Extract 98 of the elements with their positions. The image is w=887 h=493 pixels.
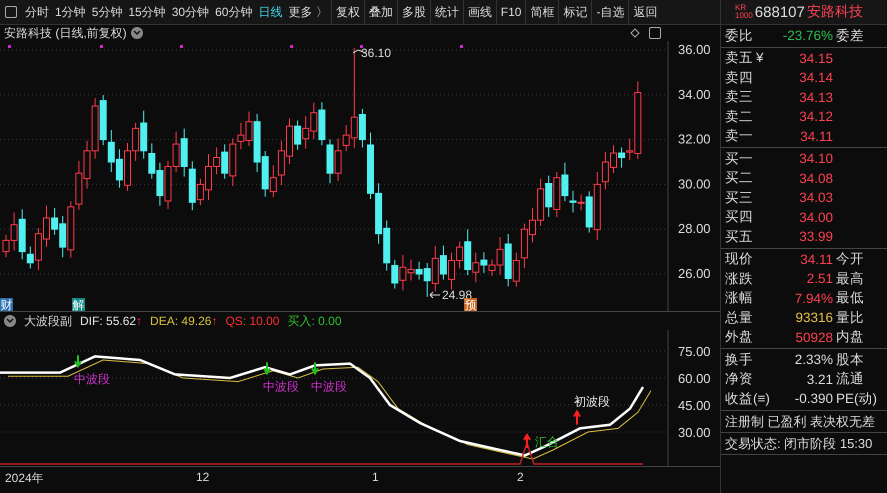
up-arrow-icon — [573, 410, 581, 426]
quote-label: 收益(≡) — [725, 390, 771, 408]
event-tag[interactable]: 财 — [0, 298, 13, 311]
quote-label: 净资 — [725, 370, 754, 388]
indicator-readout: QS: 10.00 — [225, 314, 280, 328]
order-level-label: 买三 — [725, 188, 754, 207]
quote-label: 外盘 — [725, 328, 754, 346]
date-axis-label: 1 — [372, 470, 379, 484]
event-tag[interactable]: 解 — [72, 298, 85, 311]
quote-label: PE(动) — [835, 390, 878, 408]
period-tab[interactable]: 15分钟 — [125, 4, 169, 20]
quote-label: 现价 — [725, 250, 754, 268]
order-price: 34.08 — [798, 170, 833, 186]
order-level-label: 买四 — [725, 208, 754, 226]
quote-label: 涨幅 — [725, 289, 754, 308]
panel-toggle-icon[interactable] — [649, 27, 661, 39]
panel-toggle-icon[interactable] — [5, 6, 17, 18]
quote-value: 93316 — [794, 310, 833, 326]
quote-value: 34.11 — [799, 252, 833, 267]
period-tab[interactable]: 60分钟 — [212, 4, 256, 20]
indicator-readout: DEA: 49.26↑ — [150, 314, 218, 328]
quote-label: 最低 — [835, 289, 865, 308]
chart-title: 安路科技 (日线,前复权) — [4, 24, 127, 42]
order-price: 34.15 — [798, 50, 833, 66]
up-arrow-icon — [523, 433, 531, 449]
order-level-label: 买五 — [725, 228, 754, 246]
axis-tick-label: 30.00 — [678, 425, 711, 440]
period-tab[interactable]: 分时 — [22, 4, 52, 20]
period-tab[interactable]: 30分钟 — [168, 4, 212, 20]
date-axis-label: 2 — [517, 470, 524, 484]
quote-label: 总量 — [725, 308, 754, 327]
quote-value: 2.51 — [806, 271, 833, 286]
quote-label: 最高 — [835, 270, 865, 288]
axis-tick-label: 75.00 — [678, 344, 711, 359]
quote-value: 7.94% — [794, 290, 833, 306]
signal-label: 中波段 — [311, 379, 347, 394]
status-text: 交易状态: 闭市阶段 15:30 — [721, 432, 887, 454]
order-price: 34.10 — [798, 151, 833, 166]
down-arrow-icon — [263, 361, 271, 376]
axis-tick-label: 28.00 — [678, 221, 711, 236]
order-level-label: 卖一 — [725, 127, 754, 146]
indicator-readout: DIF: 55.62↑ — [80, 314, 142, 328]
order-price: 33.99 — [798, 229, 833, 244]
quote-label: 换手 — [725, 350, 754, 369]
order-level-label: 卖二 — [725, 108, 754, 126]
period-tab[interactable]: 更多 〉 — [285, 4, 331, 20]
period-tab[interactable]: 5分钟 — [88, 4, 126, 20]
quote-value: 3.21 — [806, 372, 833, 387]
axis-tick-label: 26.00 — [678, 266, 711, 281]
axis-tick-label: 34.00 — [678, 86, 711, 102]
axis-tick-label: 32.00 — [678, 132, 711, 147]
date-axis-label: 12 — [196, 470, 210, 484]
quote-label: 股本 — [835, 350, 865, 369]
signal-label: 初波段 — [574, 394, 610, 409]
quote-label: 委比 — [725, 26, 754, 45]
chevron-down-icon[interactable] — [130, 27, 143, 39]
price-annotation: 36.10 — [352, 46, 392, 60]
order-level-label: 卖四 — [725, 68, 754, 87]
order-price: 34.00 — [798, 210, 833, 225]
indicator-name: 大波段副 — [24, 312, 72, 330]
diamond-icon[interactable] — [630, 28, 640, 38]
quote-label: 委差 — [835, 26, 865, 45]
signal-label: 中波段 — [263, 379, 299, 394]
order-price: 34.14 — [798, 70, 833, 86]
event-tag[interactable]: 预 — [464, 298, 477, 311]
down-arrow-icon — [74, 354, 82, 368]
chevron-down-icon[interactable] — [4, 315, 16, 327]
indicator-readout: 买入: 0.00 — [287, 312, 342, 330]
quote-label: 内盘 — [835, 328, 865, 346]
axis-tick-label: 36.00 — [678, 42, 711, 57]
order-price: 34.13 — [798, 90, 833, 105]
quote-value: -23.76% — [782, 28, 833, 44]
order-price: 34.12 — [798, 109, 833, 124]
period-tab[interactable]: 日线 — [255, 4, 286, 20]
quote-label: 流通 — [835, 370, 865, 388]
order-level-label: 卖五 ¥ — [725, 49, 765, 68]
stock-name: 安路科技 — [806, 3, 863, 21]
axis-tick-label: 45.00 — [678, 398, 711, 413]
stock-code: 688107 — [754, 4, 805, 20]
market-label: KR 1000 — [735, 4, 753, 20]
axis-tick-label: 30.00 — [678, 176, 711, 192]
quote-value: -0.390 — [794, 391, 833, 406]
axis-tick-label: 60.00 — [678, 371, 711, 386]
down-arrow-icon — [311, 361, 319, 376]
order-price: 34.11 — [799, 128, 833, 144]
date-axis-label: 2024年 — [5, 470, 44, 487]
order-level-label: 买一 — [725, 150, 754, 168]
quote-value: 2.33% — [794, 352, 833, 368]
order-level-label: 买二 — [725, 169, 754, 188]
order-price: 34.03 — [798, 190, 833, 206]
period-tab[interactable]: 1分钟 — [52, 4, 89, 20]
quote-label: 涨跌 — [725, 270, 754, 288]
order-level-label: 卖三 — [725, 88, 754, 106]
status-text: 注册制 已盈利 表决权无差 — [721, 410, 887, 432]
quote-value: 50928 — [794, 330, 833, 345]
signal-label: 中波段 — [74, 372, 110, 386]
quote-label: 量比 — [835, 308, 865, 327]
quote-label: 今开 — [835, 250, 865, 268]
